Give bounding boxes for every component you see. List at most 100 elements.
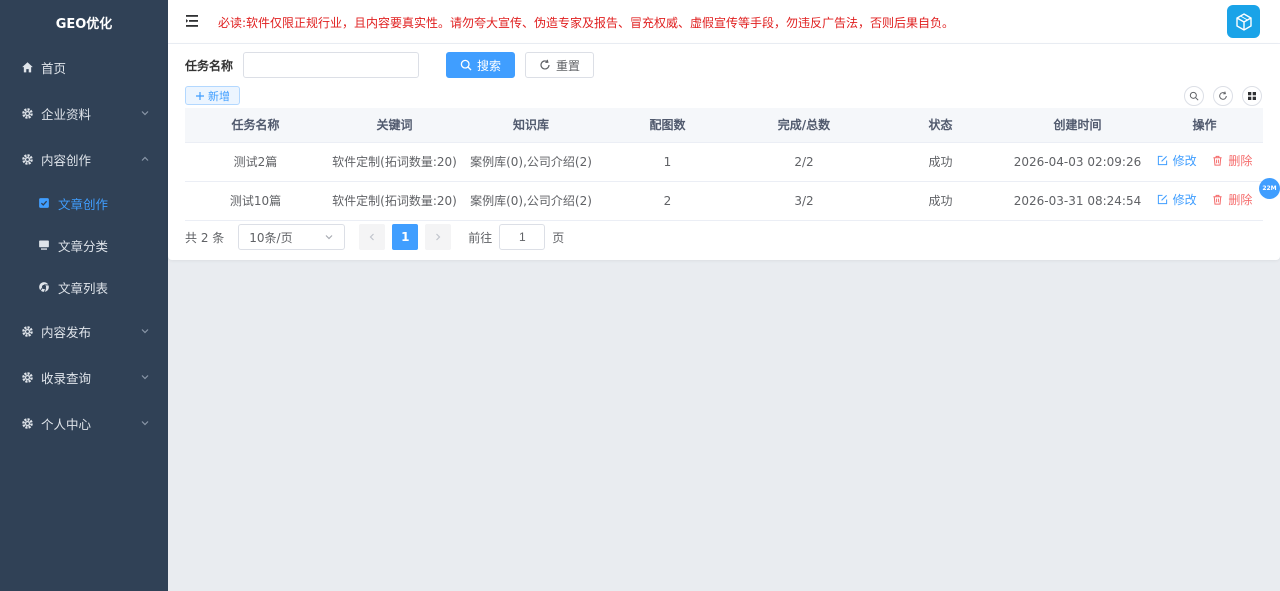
- gear-icon: [20, 324, 34, 338]
- sidebar-subitem-article-list[interactable]: 文章列表: [0, 266, 168, 308]
- table-tools: [1175, 86, 1262, 106]
- task-name-label: 任务名称: [185, 58, 234, 73]
- gear-icon: [20, 106, 34, 120]
- column-header: 操作: [1146, 108, 1263, 143]
- edit-button[interactable]: 修改: [1157, 152, 1197, 170]
- sidebar-item-content-creation[interactable]: 内容创作: [0, 136, 168, 182]
- column-header[interactable]: 创建时间: [1009, 108, 1146, 143]
- sidebar: GEO优化 首页 企业资料 内容创作 文章创作 文章分类 文章列表 内容发布 收…: [0, 0, 168, 591]
- refresh-icon: [1219, 91, 1227, 100]
- cell-created-time: 2026-04-03 02:09:26: [1009, 142, 1146, 182]
- toggle-search-button[interactable]: [1184, 86, 1204, 106]
- home-icon: [20, 60, 34, 74]
- page-size-select[interactable]: 10条/页: [238, 224, 346, 250]
- cell-image-count: 2: [599, 181, 736, 221]
- edit-icon: [1157, 194, 1169, 206]
- add-button[interactable]: 新增: [185, 86, 240, 105]
- column-header[interactable]: 状态: [872, 108, 1009, 143]
- legal-notice: 必读:软件仅限正规行业，且内容要真实性。请勿夸大宣传、伪造专家及报告、冒充权威、…: [218, 16, 955, 30]
- cell-task-name: 测试10篇: [185, 181, 326, 221]
- total-count: 共 2 条: [185, 230, 225, 245]
- sidebar-item-personal-center[interactable]: 个人中心: [0, 400, 168, 446]
- column-header[interactable]: 配图数: [599, 108, 736, 143]
- column-header[interactable]: 知识库: [463, 108, 599, 143]
- monitor-icon: [37, 238, 51, 252]
- column-header[interactable]: 完成/总数: [736, 108, 872, 143]
- page-size-value: 10条/页: [249, 230, 293, 245]
- sidebar-item-label: 个人中心: [41, 416, 92, 432]
- search-button[interactable]: 搜索: [446, 52, 516, 78]
- goto-page-input[interactable]: [499, 224, 546, 250]
- cell-progress: 2/2: [736, 142, 872, 182]
- plus-icon: [195, 91, 205, 101]
- memory-badge[interactable]: 22M: [1259, 178, 1280, 199]
- cell-knowledge-base: 案例库(0),公司介绍(2): [463, 181, 599, 221]
- topbar: 必读:软件仅限正规行业，且内容要真实性。请勿夸大宣传、伪造专家及报告、冒充权威、…: [168, 0, 1280, 44]
- sidebar-item-company-profile[interactable]: 企业资料: [0, 90, 168, 136]
- table-header-row: 任务名称 关键词 知识库 配图数 完成/总数 状态 创建时间 操作: [185, 108, 1263, 143]
- cell-status: 成功: [872, 181, 1009, 221]
- content-panel: 任务名称 搜索 重置 新增 任务名称 关键词 知识库 配图数 完成/总数 状态 …: [168, 44, 1280, 260]
- prev-page-button[interactable]: [359, 224, 386, 250]
- app-logo[interactable]: GEO优化: [0, 0, 168, 44]
- chevron-down-icon: [141, 329, 149, 334]
- task-table: 任务名称 关键词 知识库 配图数 完成/总数 状态 创建时间 操作 测试2篇 软…: [185, 108, 1263, 221]
- trash-icon: [1212, 194, 1224, 206]
- table-row[interactable]: 测试10篇 软件定制(拓词数量:20) 案例库(0),公司介绍(2) 2 3/2…: [185, 181, 1263, 221]
- chevron-down-icon: [141, 421, 149, 426]
- sidebar-item-label: 文章分类: [58, 238, 109, 254]
- refresh-icon: [539, 59, 551, 71]
- cell-created-time: 2026-03-31 08:24:54: [1009, 181, 1146, 221]
- page-unit-label: 页: [552, 230, 565, 245]
- next-page-button[interactable]: [425, 224, 452, 250]
- refresh-button[interactable]: [1213, 86, 1233, 106]
- sidebar-subitem-article-creation[interactable]: 文章创作: [0, 182, 168, 224]
- cell-actions: 修改 删除: [1146, 181, 1263, 221]
- delete-label: 删除: [1228, 154, 1253, 168]
- page-number-button[interactable]: 1: [392, 224, 419, 250]
- add-button-label: 新增: [208, 89, 230, 103]
- sidebar-item-label: 文章列表: [58, 280, 109, 296]
- chevron-left-icon: [369, 233, 375, 241]
- chevron-down-icon: [325, 235, 333, 240]
- app-cube-icon[interactable]: [1227, 5, 1260, 38]
- cell-keyword: 软件定制(拓词数量:20): [326, 142, 463, 182]
- sidebar-item-label: 收录查询: [41, 370, 92, 386]
- main-area: 必读:软件仅限正规行业，且内容要真实性。请勿夸大宣传、伪造专家及报告、冒充权威、…: [168, 0, 1280, 591]
- sidebar-subitem-article-category[interactable]: 文章分类: [0, 224, 168, 266]
- chevron-down-icon: [141, 375, 149, 380]
- sidebar-item-label: 文章创作: [58, 196, 109, 212]
- pagination: 共 2 条 10条/页 1 前往 页: [185, 224, 564, 250]
- cell-task-name: 测试2篇: [185, 142, 326, 182]
- sidebar-item-home[interactable]: 首页: [0, 44, 168, 90]
- chrome-icon: [37, 280, 51, 294]
- sidebar-item-content-publish[interactable]: 内容发布: [0, 308, 168, 354]
- search-icon: [1189, 91, 1199, 101]
- reset-button[interactable]: 重置: [525, 52, 595, 78]
- edit-label: 修改: [1172, 154, 1197, 168]
- check-square-icon: [37, 196, 51, 210]
- cell-keyword: 软件定制(拓词数量:20): [326, 181, 463, 221]
- reset-button-label: 重置: [556, 58, 581, 73]
- column-header[interactable]: 任务名称: [185, 108, 326, 143]
- menu-fold-icon[interactable]: [186, 14, 200, 28]
- gear-icon: [20, 152, 34, 166]
- sidebar-item-index-query[interactable]: 收录查询: [0, 354, 168, 400]
- chevron-right-icon: [436, 233, 441, 241]
- edit-button[interactable]: 修改: [1157, 191, 1197, 209]
- cell-knowledge-base: 案例库(0),公司介绍(2): [463, 142, 599, 182]
- trash-icon: [1212, 155, 1224, 167]
- chevron-down-icon: [141, 111, 149, 116]
- table-row[interactable]: 测试2篇 软件定制(拓词数量:20) 案例库(0),公司介绍(2) 1 2/2 …: [185, 142, 1263, 182]
- columns-button[interactable]: [1242, 86, 1262, 106]
- delete-label: 删除: [1228, 193, 1253, 207]
- delete-button[interactable]: 删除: [1212, 152, 1252, 170]
- gear-icon: [20, 416, 34, 430]
- cell-actions: 修改 删除: [1146, 142, 1263, 182]
- task-name-input[interactable]: [243, 52, 420, 78]
- sidebar-item-label: 内容创作: [41, 152, 92, 168]
- sidebar-item-label: 企业资料: [41, 106, 92, 122]
- delete-button[interactable]: 删除: [1212, 191, 1252, 209]
- column-header[interactable]: 关键词: [326, 108, 463, 143]
- cell-progress: 3/2: [736, 181, 872, 221]
